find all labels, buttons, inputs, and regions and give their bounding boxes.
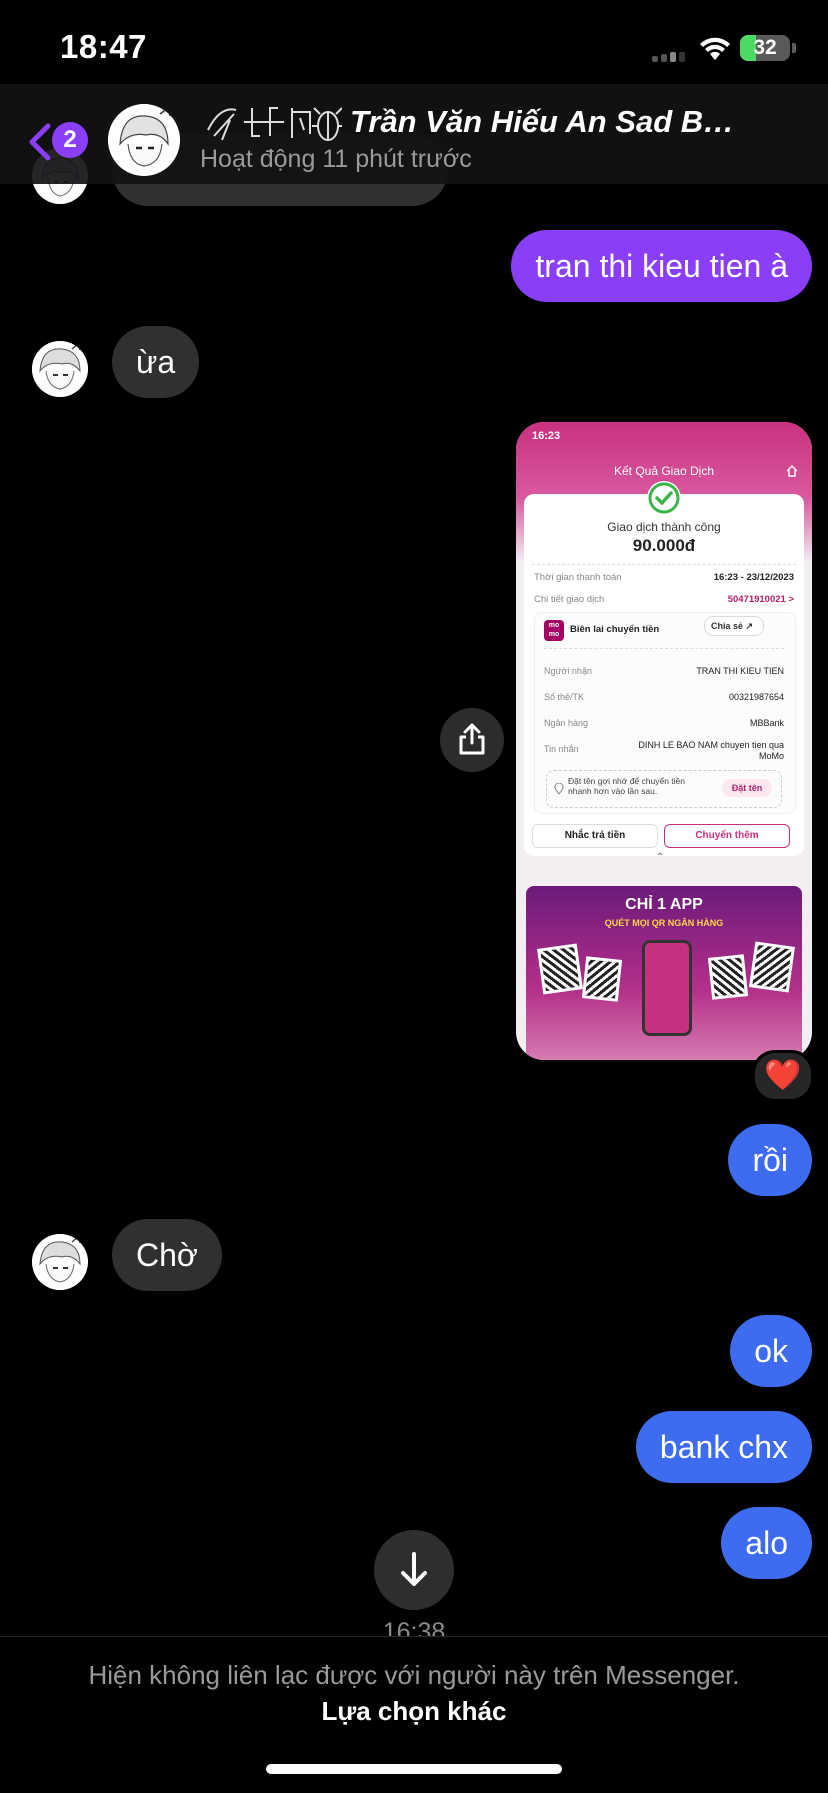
contact-avatar[interactable] — [32, 341, 88, 397]
remind-button[interactable]: Nhắc trả tiền — [532, 824, 658, 848]
share-icon — [459, 723, 485, 755]
banner-subtitle: QUÉT MỌI QR NGÂN HÀNG — [604, 918, 724, 928]
status-time: 18:47 — [60, 28, 147, 65]
qr-code-image — [748, 941, 796, 993]
qr-code-image — [581, 956, 623, 1002]
unread-badge: 2 — [52, 122, 88, 158]
phone-image — [642, 940, 692, 1036]
pay-time-value: 16:23 - 23/12/2023 — [713, 572, 794, 583]
bank-label: Ngân hàng — [544, 718, 589, 728]
detail-value[interactable]: 50471910021 > — [728, 594, 794, 605]
battery-icon: 32 — [740, 35, 790, 61]
account-label: Số thẻ/TK — [544, 692, 585, 702]
header-avatar[interactable] — [108, 104, 180, 176]
message-bubble-incoming[interactable]: ừa — [112, 326, 200, 398]
chevron-left-icon — [29, 123, 51, 161]
nickname-hint: Đặt tên gợi nhớ để chuyển tiền nhanh hơn… — [568, 776, 685, 796]
message-bubble-incoming[interactable]: Chờ — [112, 1219, 222, 1291]
home-indicator — [266, 1764, 562, 1774]
cellular-signal-icon — [652, 52, 686, 62]
other-options-link[interactable]: Lựa chọn khác — [0, 1696, 828, 1727]
promo-banner: CHỈ 1 APP QUÉT MỌI QR NGÂN HÀNG — [526, 886, 802, 1060]
qr-code-image — [707, 954, 749, 1000]
message-bubble-outgoing[interactable]: alo — [721, 1507, 812, 1579]
receipt-label: Biên lai chuyển tiền — [570, 624, 660, 635]
transfer-more-button[interactable]: Chuyển thêm — [664, 824, 790, 848]
battery-tip — [792, 43, 796, 53]
receipt-amount: 90.000đ — [632, 536, 696, 555]
detail-label: Chi tiết giao dịch — [534, 594, 605, 605]
contact-name[interactable]: Trần Văn Hiếu An Sad Bo… — [350, 104, 740, 140]
contact-avatar[interactable] — [32, 1234, 88, 1290]
share-receipt-button[interactable]: Chia sẻ ↗ — [704, 616, 764, 636]
qr-code-image — [536, 943, 584, 995]
name-decoration-icons — [200, 100, 343, 144]
check-icon — [646, 480, 682, 521]
chevron-up-icon: ⌃ — [656, 852, 665, 863]
banner-title: CHỈ 1 APP — [625, 896, 703, 913]
message-bubble-outgoing[interactable]: rồi — [728, 1124, 812, 1196]
receipt-success: Giao dịch thành công — [607, 520, 721, 534]
battery-percent: 32 — [753, 36, 777, 59]
location-pin-icon — [554, 782, 564, 800]
account-value: 00321987654 — [728, 692, 784, 702]
momo-logo: mo mo — [544, 620, 564, 641]
share-receipt-label: Chia sẻ — [711, 621, 744, 631]
bank-value: MBBank — [749, 718, 784, 728]
divider — [532, 564, 796, 565]
message-bubble-outgoing[interactable]: bank chx — [635, 1411, 812, 1483]
home-icon — [786, 464, 798, 482]
pay-time-label: Thời gian thanh toán — [534, 572, 622, 583]
message-value: DINH LE BAO NAM chuyen tien qua MoMo — [638, 740, 784, 761]
share-button[interactable] — [440, 708, 504, 772]
message-label: Tin nhắn — [544, 744, 579, 754]
scroll-to-bottom-button[interactable] — [374, 1530, 454, 1610]
message-bubble-outgoing[interactable]: ok — [730, 1315, 812, 1387]
divider — [544, 648, 784, 649]
arrow-down-icon — [401, 1552, 427, 1586]
share-arrow-icon: ↗ — [743, 621, 754, 631]
nickname-button[interactable]: Đặt tên — [722, 779, 772, 797]
message-bubble-outgoing[interactable]: tran thi kieu tien à — [511, 230, 812, 302]
activity-status: Hoạt động 11 phút trước — [200, 145, 472, 173]
recipient-value: TRAN THI KIEU TIEN — [696, 666, 784, 676]
momo-logo-text: mo mo — [548, 622, 560, 638]
receipt-title: Kết Quả Giao Dịch — [613, 464, 715, 478]
receipt-status-time: 16:23 — [532, 430, 561, 442]
heart-reaction[interactable]: ❤️ — [752, 1050, 814, 1102]
recipient-label: Người nhận — [544, 666, 592, 676]
wifi-icon — [698, 36, 732, 67]
image-message-receipt[interactable]: 16:23 Kết Quả Giao Dịch Giao dịch thành … — [516, 422, 812, 1060]
unavailable-message: Hiện không liên lạc được với người này t… — [88, 1660, 740, 1690]
